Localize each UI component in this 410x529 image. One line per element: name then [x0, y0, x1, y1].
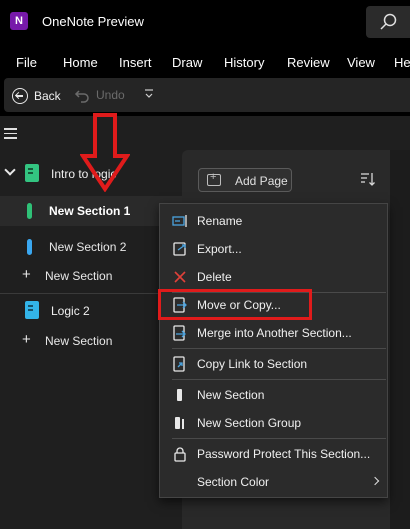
- dropdown-icon: [145, 89, 153, 98]
- menu-item-label: Password Protect This Section...: [197, 447, 371, 461]
- notebook-logic-2[interactable]: Logic 2: [0, 296, 182, 326]
- export-icon: [173, 242, 186, 256]
- menu-item-label: Copy Link to Section: [197, 357, 308, 371]
- menu-item-label: Export...: [197, 242, 242, 256]
- menu-separator: [172, 348, 386, 349]
- menu-item-label: Rename: [197, 214, 243, 228]
- undo-button[interactable]: Undo: [74, 87, 125, 103]
- section-name: New Section 2: [49, 240, 127, 254]
- plus-icon[interactable]: +: [22, 267, 31, 282]
- menu-help[interactable]: He: [394, 55, 410, 70]
- search-button[interactable]: [366, 6, 410, 38]
- new-section-icon: [177, 389, 182, 401]
- add-page-button[interactable]: Add Page: [198, 168, 292, 192]
- delete-icon: [174, 271, 186, 283]
- annotation-highlight-box: [158, 289, 312, 320]
- menu-history[interactable]: History: [224, 55, 264, 70]
- menu-separator: [172, 379, 386, 380]
- plus-icon[interactable]: +: [22, 332, 31, 347]
- section-color-tab: [27, 239, 32, 255]
- menu-item-label: New Section Group: [197, 416, 302, 430]
- menu-item-delete[interactable]: Delete: [160, 264, 387, 290]
- back-label: Back: [34, 89, 61, 103]
- menu-item-new-section[interactable]: New Section: [160, 382, 387, 408]
- menu-item-new-section-group[interactable]: New Section Group: [160, 410, 387, 436]
- submenu-chevron-icon: [370, 476, 380, 486]
- menu-item-label: Section Color: [197, 475, 270, 489]
- menu-item-label: Delete: [197, 270, 232, 284]
- add-page-label: Add Page: [235, 174, 288, 188]
- quick-toolbar: Back Undo: [4, 78, 410, 112]
- annotation-arrow-icon: [80, 113, 130, 192]
- menu-item-copy-link[interactable]: Copy Link to Section: [160, 351, 387, 377]
- chevron-down-icon[interactable]: [4, 164, 16, 176]
- notebook-name: Logic 2: [51, 304, 90, 318]
- canvas-edge: [390, 150, 410, 529]
- quick-toolbar-row: Back Undo: [0, 78, 410, 116]
- search-icon: [380, 13, 397, 30]
- section-context-menu: Rename Export... Delete Move or Copy... …: [159, 203, 388, 498]
- menu-item-password-protect[interactable]: Password Protect This Section...: [160, 441, 387, 467]
- new-section-group-icon: [175, 417, 184, 429]
- menu-item-section-color[interactable]: Section Color: [160, 469, 387, 495]
- hamburger-menu-icon[interactable]: [4, 128, 17, 142]
- link-icon: [173, 356, 185, 372]
- onenote-logo-icon: N: [10, 12, 28, 30]
- add-section-button[interactable]: New Section: [45, 269, 112, 283]
- menu-item-label: Merge into Another Section...: [197, 326, 352, 340]
- menu-insert[interactable]: Insert: [119, 55, 152, 70]
- sort-icon[interactable]: [360, 171, 376, 187]
- undo-icon: [74, 90, 89, 103]
- merge-icon: [173, 325, 186, 341]
- back-arrow-icon: [12, 88, 28, 104]
- notebook-icon: [25, 164, 39, 182]
- add-page-icon: [207, 171, 221, 186]
- section-name: New Section 1: [49, 204, 131, 218]
- menu-item-export[interactable]: Export...: [160, 236, 387, 262]
- menu-separator: [172, 438, 386, 439]
- rename-icon: [172, 215, 187, 227]
- section-color-tab: [27, 203, 32, 219]
- title-bar: N OneNote Preview: [0, 0, 410, 46]
- notebook-icon: [25, 301, 39, 319]
- undo-label: Undo: [96, 88, 125, 102]
- section-new-section-1[interactable]: New Section 1: [0, 196, 182, 226]
- add-section-button[interactable]: New Section: [45, 334, 112, 348]
- notebook-divider: [0, 293, 182, 294]
- menu-review[interactable]: Review: [287, 55, 330, 70]
- menu-item-rename[interactable]: Rename: [160, 208, 387, 234]
- menu-view[interactable]: View: [347, 55, 375, 70]
- menu-item-merge[interactable]: Merge into Another Section...: [160, 320, 387, 346]
- section-new-section-2[interactable]: New Section 2: [0, 232, 182, 262]
- lock-icon: [174, 447, 186, 462]
- ribbon-tabs: File Home Insert Draw History Review Vie…: [0, 46, 410, 78]
- menu-draw[interactable]: Draw: [172, 55, 202, 70]
- menu-item-label: New Section: [197, 388, 265, 402]
- menu-home[interactable]: Home: [63, 55, 98, 70]
- back-button[interactable]: Back: [12, 87, 61, 105]
- customize-toolbar-button[interactable]: [144, 87, 154, 104]
- app-title: OneNote Preview: [42, 14, 144, 29]
- menu-file[interactable]: File: [16, 55, 37, 70]
